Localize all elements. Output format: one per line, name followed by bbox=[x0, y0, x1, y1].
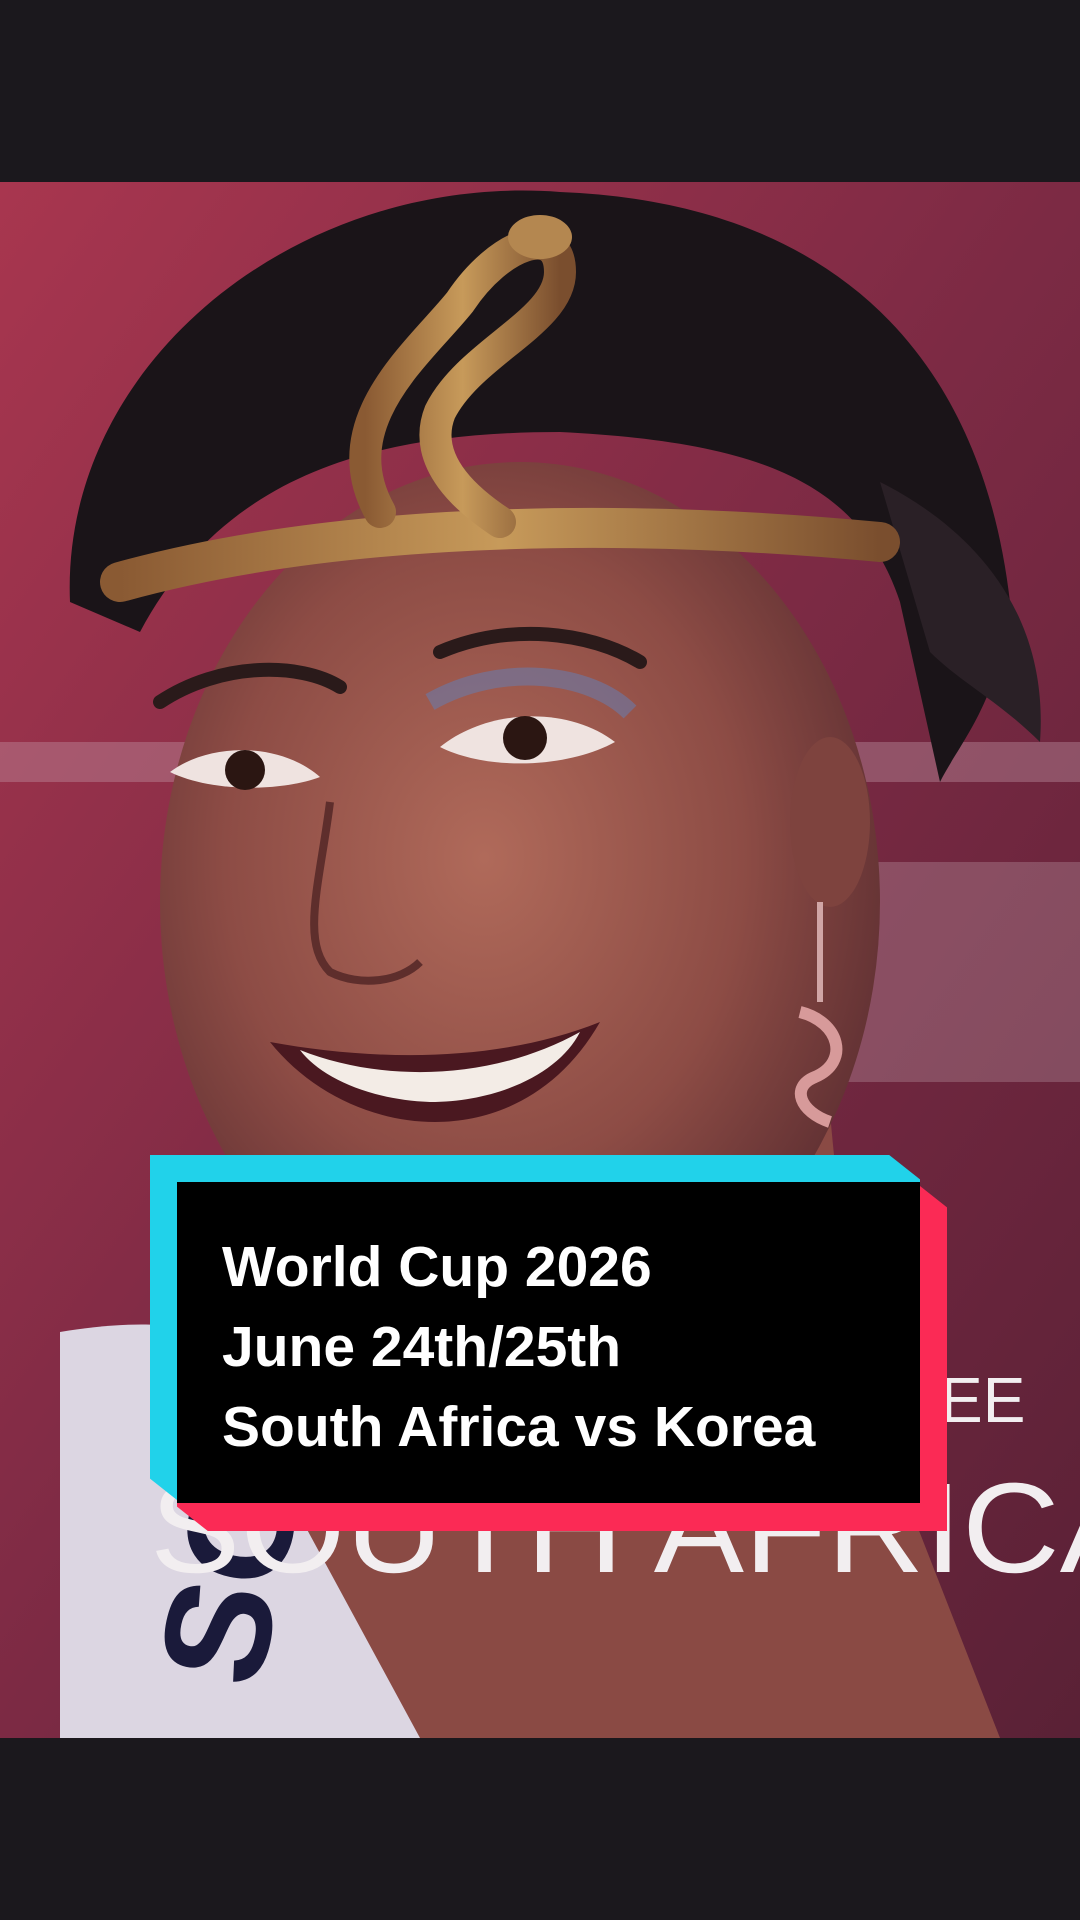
caption-text: World Cup 2026 June 24th/25th South Afri… bbox=[222, 1227, 815, 1467]
letterbox-top bbox=[0, 0, 1080, 182]
letterbox-bottom bbox=[0, 1738, 1080, 1920]
overlay-small-text: EE bbox=[940, 1364, 1025, 1436]
video-frame: SOU EE SOUTH AFRICA World Cup 2026 June … bbox=[0, 0, 1080, 1920]
caption-line-title: World Cup 2026 bbox=[222, 1235, 652, 1299]
right-iris bbox=[503, 716, 547, 760]
caption-line-date: June 24th/25th bbox=[222, 1315, 622, 1379]
caption-line-matchup: South Africa vs Korea bbox=[222, 1395, 816, 1459]
left-iris bbox=[225, 750, 265, 790]
caption-box: World Cup 2026 June 24th/25th South Afri… bbox=[150, 1155, 947, 1531]
ear bbox=[790, 737, 870, 907]
